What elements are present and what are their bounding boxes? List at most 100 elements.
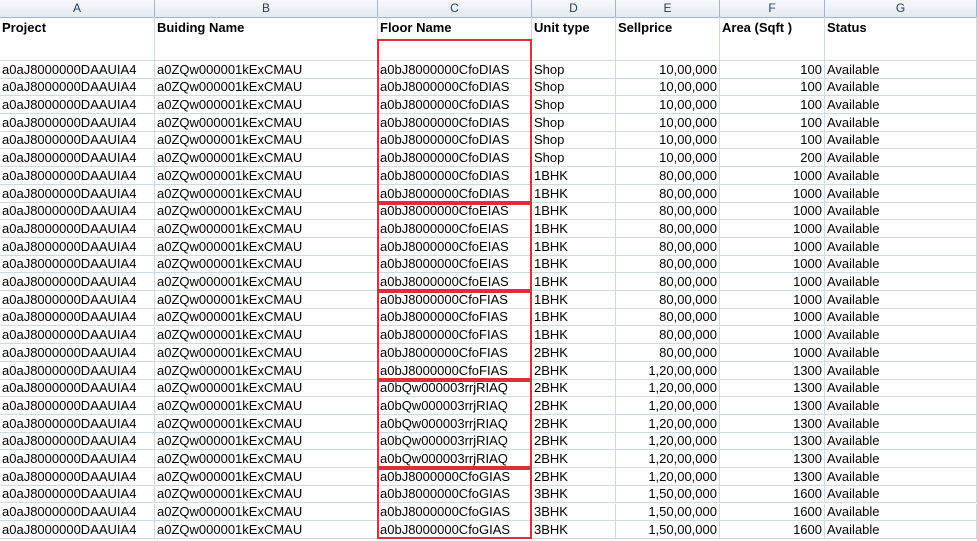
table-cell[interactable]: a0aJ8000000DAAUIA4 bbox=[0, 485, 155, 504]
table-cell[interactable]: 1BHK bbox=[532, 202, 616, 221]
table-cell[interactable]: 1300 bbox=[720, 432, 825, 451]
table-cell[interactable]: 1,50,00,000 bbox=[616, 503, 720, 522]
table-cell[interactable]: a0aJ8000000DAAUIA4 bbox=[0, 503, 155, 522]
table-cell[interactable]: a0bQw000003rrjRIAQ bbox=[378, 432, 532, 451]
table-cell[interactable]: 10,00,000 bbox=[616, 78, 720, 97]
table-cell[interactable]: 80,00,000 bbox=[616, 273, 720, 292]
table-cell[interactable]: a0ZQw000001kExCMAU bbox=[155, 255, 378, 274]
table-cell[interactable]: Available bbox=[825, 238, 977, 256]
table-cell[interactable]: a0aJ8000000DAAUIA4 bbox=[0, 273, 155, 292]
table-cell[interactable]: Available bbox=[825, 131, 977, 150]
table-cell[interactable]: a0ZQw000001kExCMAU bbox=[155, 450, 378, 469]
table-cell[interactable]: 1,20,00,000 bbox=[616, 361, 720, 380]
header-cell[interactable]: Sellprice bbox=[616, 17, 720, 61]
table-cell[interactable]: a0aJ8000000DAAUIA4 bbox=[0, 379, 155, 398]
table-cell[interactable]: a0ZQw000001kExCMAU bbox=[155, 344, 378, 362]
table-cell[interactable]: a0ZQw000001kExCMAU bbox=[155, 485, 378, 504]
table-cell[interactable]: 1600 bbox=[720, 485, 825, 504]
table-cell[interactable]: 80,00,000 bbox=[616, 184, 720, 203]
table-cell[interactable]: 1000 bbox=[720, 202, 825, 221]
table-cell[interactable]: 2BHK bbox=[532, 344, 616, 362]
table-cell[interactable]: 1300 bbox=[720, 379, 825, 398]
column-header-b[interactable]: B bbox=[155, 0, 378, 17]
table-cell[interactable]: a0aJ8000000DAAUIA4 bbox=[0, 131, 155, 150]
table-cell[interactable]: a0bJ8000000CfoDIAS bbox=[378, 184, 532, 203]
table-cell[interactable]: 200 bbox=[720, 149, 825, 168]
table-cell[interactable]: a0aJ8000000DAAUIA4 bbox=[0, 397, 155, 415]
table-cell[interactable]: 1000 bbox=[720, 344, 825, 362]
table-cell[interactable]: 1000 bbox=[720, 167, 825, 185]
table-cell[interactable]: 2BHK bbox=[532, 450, 616, 469]
table-cell[interactable]: a0aJ8000000DAAUIA4 bbox=[0, 96, 155, 115]
table-cell[interactable]: Available bbox=[825, 96, 977, 115]
table-cell[interactable]: 80,00,000 bbox=[616, 326, 720, 345]
table-cell[interactable]: Available bbox=[825, 432, 977, 451]
table-cell[interactable]: 1300 bbox=[720, 397, 825, 415]
table-cell[interactable]: a0bJ8000000CfoFIAS bbox=[378, 291, 532, 309]
table-cell[interactable]: Shop bbox=[532, 131, 616, 150]
table-cell[interactable]: a0bJ8000000CfoFIAS bbox=[378, 361, 532, 380]
table-cell[interactable]: 2BHK bbox=[532, 468, 616, 486]
table-cell[interactable]: 1000 bbox=[720, 184, 825, 203]
table-cell[interactable]: a0aJ8000000DAAUIA4 bbox=[0, 344, 155, 362]
table-cell[interactable]: Available bbox=[825, 78, 977, 97]
table-cell[interactable]: 80,00,000 bbox=[616, 167, 720, 185]
table-cell[interactable]: 1,20,00,000 bbox=[616, 432, 720, 451]
table-cell[interactable]: 1300 bbox=[720, 361, 825, 380]
table-cell[interactable]: a0ZQw000001kExCMAU bbox=[155, 503, 378, 522]
table-cell[interactable]: a0ZQw000001kExCMAU bbox=[155, 167, 378, 185]
table-cell[interactable]: Shop bbox=[532, 114, 616, 132]
table-cell[interactable]: Available bbox=[825, 397, 977, 415]
table-cell[interactable]: a0bJ8000000CfoEIAS bbox=[378, 238, 532, 256]
header-cell[interactable]: Project bbox=[0, 17, 155, 61]
table-cell[interactable]: 1BHK bbox=[532, 238, 616, 256]
table-cell[interactable]: Available bbox=[825, 485, 977, 504]
table-cell[interactable]: a0aJ8000000DAAUIA4 bbox=[0, 521, 155, 539]
table-cell[interactable]: a0ZQw000001kExCMAU bbox=[155, 397, 378, 415]
table-cell[interactable]: 2BHK bbox=[532, 415, 616, 433]
table-cell[interactable]: a0aJ8000000DAAUIA4 bbox=[0, 202, 155, 221]
table-cell[interactable]: Available bbox=[825, 149, 977, 168]
table-cell[interactable]: a0bJ8000000CfoDIAS bbox=[378, 61, 532, 79]
column-header-c[interactable]: C bbox=[378, 0, 532, 17]
header-cell[interactable]: Status bbox=[825, 17, 977, 61]
table-cell[interactable]: a0ZQw000001kExCMAU bbox=[155, 61, 378, 79]
table-cell[interactable]: 1BHK bbox=[532, 273, 616, 292]
table-cell[interactable]: 1000 bbox=[720, 220, 825, 238]
header-cell[interactable]: Unit type bbox=[532, 17, 616, 61]
table-cell[interactable]: a0ZQw000001kExCMAU bbox=[155, 291, 378, 309]
table-cell[interactable]: 100 bbox=[720, 114, 825, 132]
table-cell[interactable]: 10,00,000 bbox=[616, 149, 720, 168]
table-cell[interactable]: a0aJ8000000DAAUIA4 bbox=[0, 61, 155, 79]
table-cell[interactable]: Available bbox=[825, 468, 977, 486]
table-cell[interactable]: 1,20,00,000 bbox=[616, 379, 720, 398]
table-cell[interactable]: Available bbox=[825, 344, 977, 362]
table-cell[interactable]: a0bJ8000000CfoEIAS bbox=[378, 255, 532, 274]
table-cell[interactable]: a0ZQw000001kExCMAU bbox=[155, 184, 378, 203]
column-header-g[interactable]: G bbox=[825, 0, 977, 17]
table-cell[interactable]: a0bQw000003rrjRIAQ bbox=[378, 379, 532, 398]
table-cell[interactable]: a0ZQw000001kExCMAU bbox=[155, 379, 378, 398]
table-cell[interactable]: a0bJ8000000CfoDIAS bbox=[378, 96, 532, 115]
table-cell[interactable]: a0ZQw000001kExCMAU bbox=[155, 220, 378, 238]
table-cell[interactable]: Shop bbox=[532, 149, 616, 168]
table-cell[interactable]: 10,00,000 bbox=[616, 96, 720, 115]
table-cell[interactable]: a0bQw000003rrjRIAQ bbox=[378, 450, 532, 469]
table-cell[interactable]: a0bJ8000000CfoEIAS bbox=[378, 273, 532, 292]
header-cell[interactable]: Area (Sqft ) bbox=[720, 17, 825, 61]
table-cell[interactable]: 1BHK bbox=[532, 255, 616, 274]
table-cell[interactable]: 80,00,000 bbox=[616, 238, 720, 256]
header-cell[interactable]: Floor Name bbox=[378, 17, 532, 61]
table-cell[interactable]: a0aJ8000000DAAUIA4 bbox=[0, 468, 155, 486]
table-cell[interactable]: a0bJ8000000CfoDIAS bbox=[378, 131, 532, 150]
table-cell[interactable]: a0bJ8000000CfoEIAS bbox=[378, 202, 532, 221]
table-cell[interactable]: Available bbox=[825, 202, 977, 221]
table-cell[interactable]: 2BHK bbox=[532, 432, 616, 451]
table-cell[interactable]: a0aJ8000000DAAUIA4 bbox=[0, 184, 155, 203]
table-cell[interactable]: a0aJ8000000DAAUIA4 bbox=[0, 432, 155, 451]
column-header-a[interactable]: A bbox=[0, 0, 155, 17]
table-cell[interactable]: a0ZQw000001kExCMAU bbox=[155, 78, 378, 97]
table-cell[interactable]: 1000 bbox=[720, 273, 825, 292]
table-cell[interactable]: Shop bbox=[532, 61, 616, 79]
table-cell[interactable]: a0aJ8000000DAAUIA4 bbox=[0, 450, 155, 469]
